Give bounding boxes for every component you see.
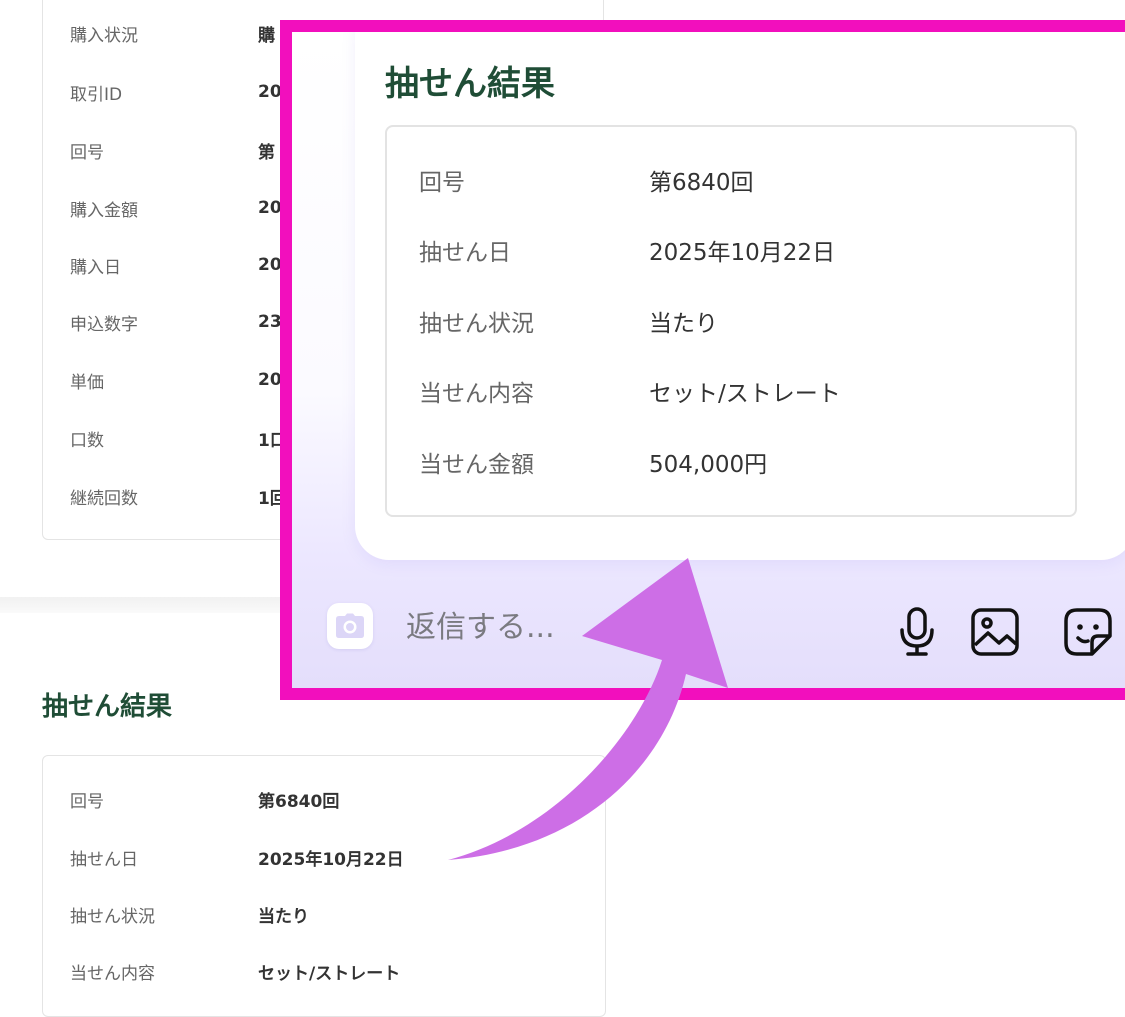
row-value: 第6840回 [258,791,340,812]
purchase-row-date: 購入日 20 [70,250,282,280]
row-value: 20 [258,198,282,218]
zoom-result-heading: 抽せん結果 [385,64,555,104]
purchase-row-amount: 購入金額 20 [70,193,282,223]
result-row-draw-number: 回号 第6840回 [70,784,339,814]
row-value: 購 [258,25,275,46]
purchase-row-unit-price: 単価 20 [70,365,282,395]
row-label: 当せん内容 [419,381,534,407]
purchase-row-draw-number: 回号 第 [70,135,275,165]
row-label: 購入日 [70,257,121,278]
row-value: 第 [258,142,275,163]
purchase-row-status: 購入状況 購 [70,18,275,48]
row-label: 継続回数 [70,488,138,509]
purchase-row-continuation: 継続回数 1回 [70,481,287,511]
reply-input[interactable] [406,604,826,650]
row-value: セット/ストレート [258,963,401,984]
row-label: 抽せん日 [70,849,138,870]
zoom-highlight-frame: 抽せん結果 回号 第6840回 抽せん日 2025年10月22日 抽せん状況 当… [280,20,1125,700]
zoom-row-status: 抽せん状況 当たり [419,301,718,341]
microphone-button[interactable] [889,604,945,660]
row-label: 当せん金額 [419,452,534,478]
row-label: 当せん内容 [70,963,155,984]
zoom-row-draw-date: 抽せん日 2025年10月22日 [419,230,835,270]
row-value: 当たり [649,311,718,337]
row-label: 抽せん状況 [419,311,534,337]
row-label: 回号 [70,142,104,163]
camera-icon [336,613,364,638]
purchase-row-units: 口数 1口 [70,423,287,453]
result-row-draw-date: 抽せん日 2025年10月22日 [70,842,404,872]
row-value: 504,000円 [649,452,768,478]
row-label: 購入金額 [70,200,138,221]
row-label: 回号 [419,170,465,196]
row-label: 申込数字 [70,314,138,335]
row-value: 2025年10月22日 [649,240,836,266]
row-label: 口数 [70,430,104,451]
image-button[interactable] [967,604,1023,660]
row-value: 20 [258,255,282,275]
row-value: 第6840回 [649,170,754,196]
row-value: 2025年10月22日 [258,849,404,870]
row-label: 抽せん日 [419,240,511,266]
row-value: 20 [258,370,282,390]
row-value: 23 [258,312,282,332]
row-label: 取引ID [70,84,123,105]
row-label: 抽せん状況 [70,906,155,927]
zoom-row-prize-type: 当せん内容 セット/ストレート [419,371,841,411]
row-value: 当たり [258,906,309,927]
purchase-row-transaction-id: 取引ID 20 [70,77,282,107]
row-label: 単価 [70,372,104,393]
row-label: 回号 [70,791,104,812]
sticker-button[interactable] [1060,604,1116,660]
row-value: 20 [258,82,282,102]
zoom-result-card: 回号 第6840回 抽せん日 2025年10月22日 抽せん状況 当たり 当せん… [385,125,1077,517]
image-icon [971,608,1019,656]
purchase-row-numbers: 申込数字 23 [70,307,282,337]
result-row-status: 抽せん状況 当たり [70,899,309,929]
lottery-result-heading: 抽せん結果 [42,692,173,722]
zoom-row-draw-number: 回号 第6840回 [419,160,754,200]
zoom-row-prize-amount: 当せん金額 504,000円 [419,442,767,482]
row-value: セット/ストレート [649,381,841,407]
camera-button[interactable] [327,603,373,649]
sticker-icon [1064,608,1112,656]
microphone-icon [900,607,934,656]
row-label: 購入状況 [70,25,138,46]
result-row-prize-type: 当せん内容 セット/ストレート [70,956,400,986]
